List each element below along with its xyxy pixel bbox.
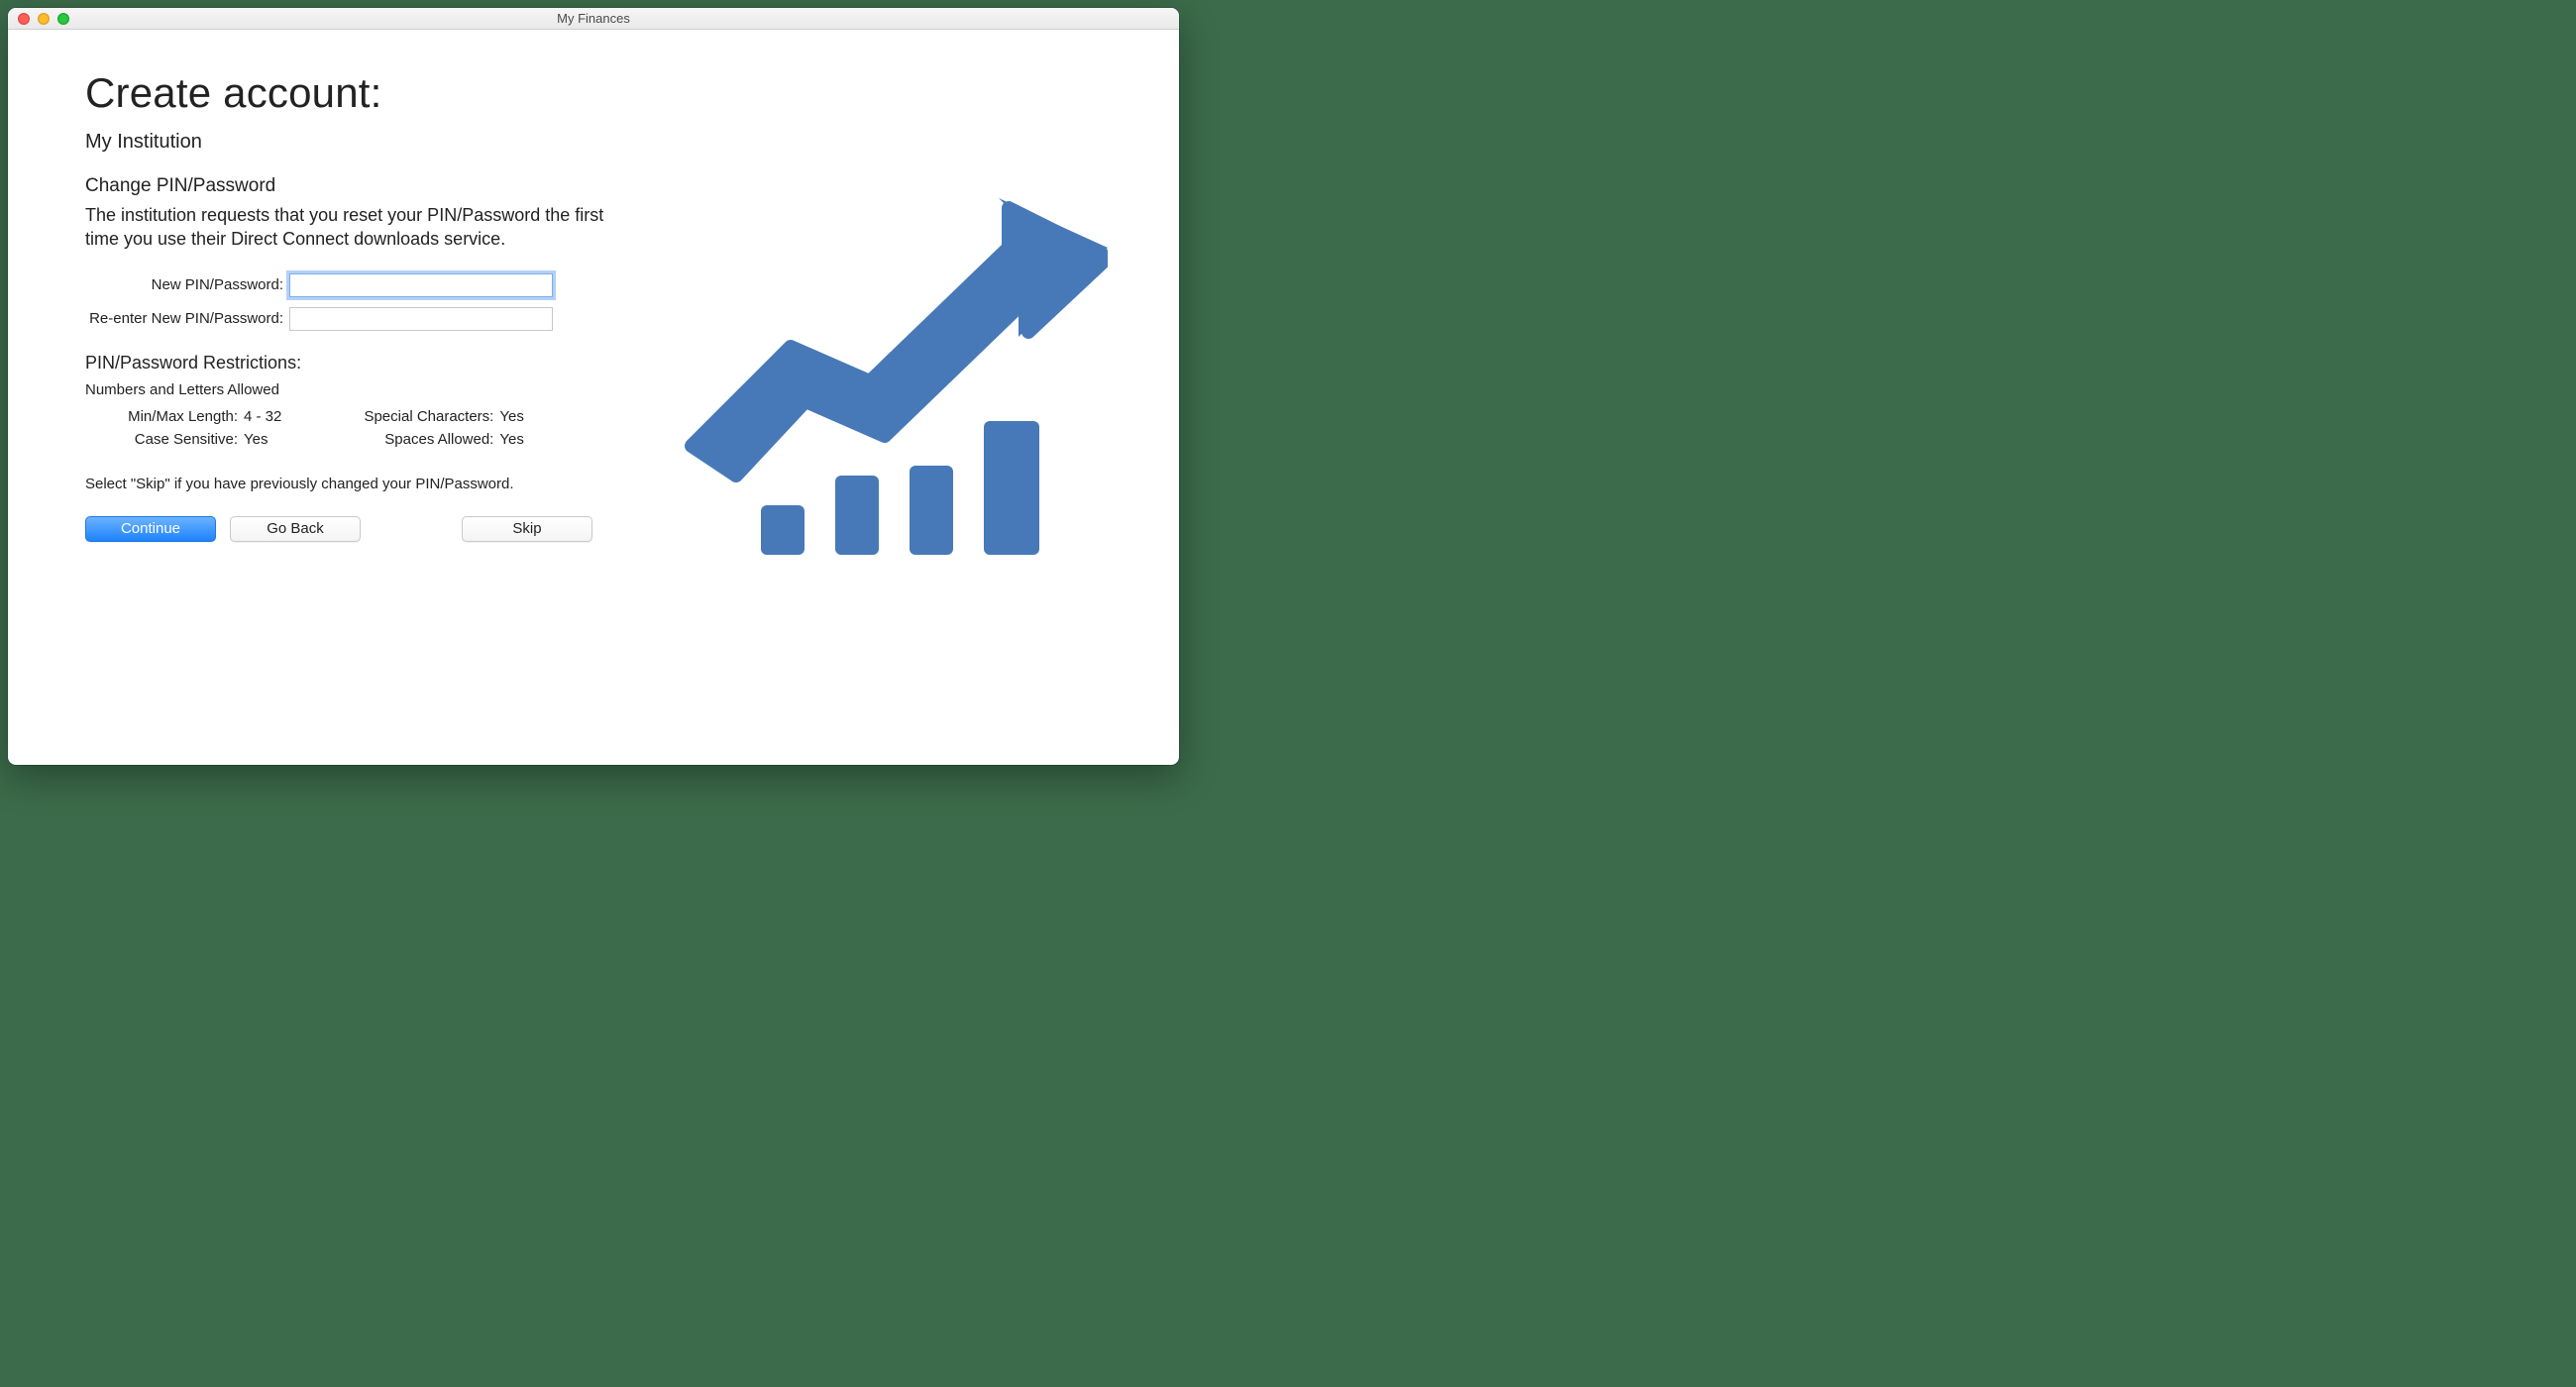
titlebar: My Finances bbox=[8, 8, 1179, 30]
section-heading: Change PIN/Password bbox=[85, 175, 662, 197]
go-back-button[interactable]: Go Back bbox=[230, 516, 361, 542]
page-title: Create account: bbox=[85, 69, 662, 117]
continue-button[interactable]: Continue bbox=[85, 516, 216, 542]
new-pin-row: New PIN/Password: bbox=[85, 273, 662, 297]
growth-chart-icon bbox=[672, 178, 1108, 575]
new-pin-input[interactable] bbox=[289, 273, 553, 297]
case-value: Yes bbox=[244, 431, 268, 448]
restrictions-grid: Min/Max Length: 4 - 32 Case Sensitive: Y… bbox=[85, 408, 662, 454]
illustration-panel bbox=[662, 30, 1179, 765]
window-controls bbox=[8, 13, 69, 25]
reenter-pin-row: Re-enter New PIN/Password: bbox=[85, 307, 662, 331]
window-title: My Finances bbox=[8, 11, 1179, 26]
zoom-window-icon[interactable] bbox=[57, 13, 69, 25]
section-description: The institution requests that you reset … bbox=[85, 203, 640, 252]
new-pin-label: New PIN/Password: bbox=[85, 276, 289, 293]
institution-name: My Institution bbox=[85, 131, 662, 154]
reenter-pin-label: Re-enter New PIN/Password: bbox=[85, 310, 289, 327]
skip-note: Select "Skip" if you have previously cha… bbox=[85, 476, 662, 492]
reenter-pin-input[interactable] bbox=[289, 307, 553, 331]
special-value: Yes bbox=[499, 408, 523, 425]
special-label: Special Characters: bbox=[331, 408, 499, 425]
minmax-label: Min/Max Length: bbox=[85, 408, 244, 425]
restrictions-heading: PIN/Password Restrictions: bbox=[85, 353, 662, 373]
minimize-window-icon[interactable] bbox=[38, 13, 50, 25]
content-area: Create account: My Institution Change PI… bbox=[8, 30, 1179, 765]
close-window-icon[interactable] bbox=[18, 13, 30, 25]
button-row: Continue Go Back Skip bbox=[85, 516, 662, 542]
spaces-label: Spaces Allowed: bbox=[331, 431, 499, 448]
skip-button[interactable]: Skip bbox=[462, 516, 592, 542]
form-panel: Create account: My Institution Change PI… bbox=[8, 30, 662, 765]
minmax-value: 4 - 32 bbox=[244, 408, 281, 425]
case-label: Case Sensitive: bbox=[85, 431, 244, 448]
spaces-value: Yes bbox=[499, 431, 523, 448]
restrictions-allowed: Numbers and Letters Allowed bbox=[85, 381, 662, 398]
app-window: My Finances Create account: My Instituti… bbox=[8, 8, 1179, 765]
